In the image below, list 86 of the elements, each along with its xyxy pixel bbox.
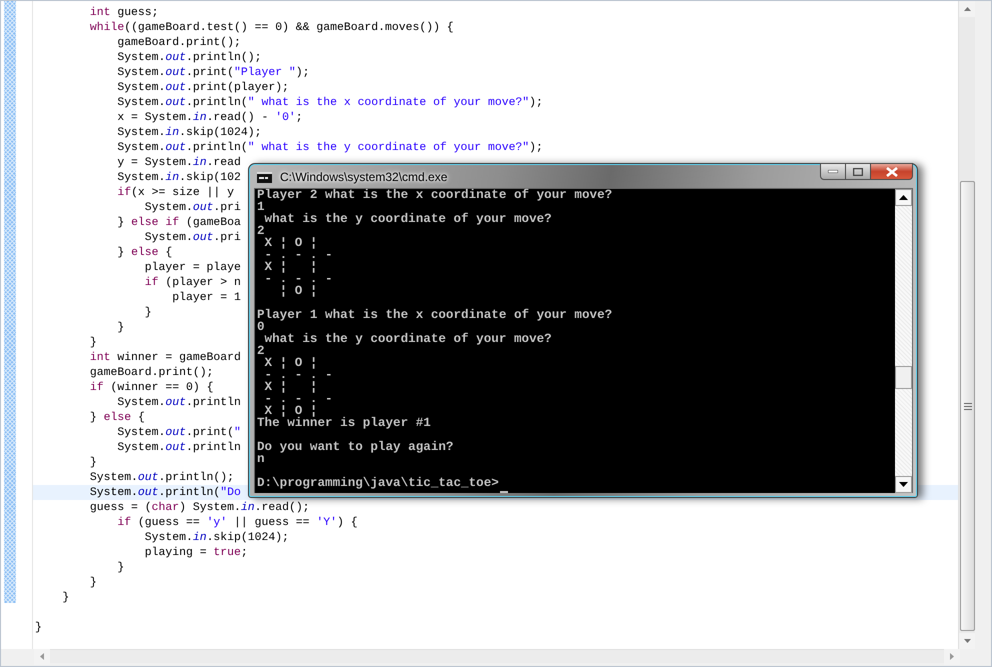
- console-line: X ¦ O ¦: [264, 405, 318, 417]
- console-line: what is the y coordinate of your move?: [264, 333, 552, 345]
- code-line: int guess;: [90, 5, 159, 20]
- console-line: - . - . -: [264, 249, 333, 261]
- scroll-up-button[interactable]: [895, 189, 912, 206]
- arrow-down-icon: [964, 639, 971, 643]
- code-line: System.out.pri: [144, 200, 241, 215]
- code-line: System.out.println: [117, 440, 241, 455]
- scroll-right-button[interactable]: [944, 648, 960, 664]
- code-line: System.out.pri: [144, 230, 241, 245]
- code-line: if (guess == 'y' || guess == 'Y') {: [117, 515, 358, 530]
- code-line: }: [90, 455, 97, 470]
- code-line: y = System.in.read: [117, 155, 241, 170]
- code-line: System.out.print("Player ");: [117, 65, 310, 80]
- console-line: Do you want to play again?: [257, 441, 454, 453]
- close-icon: [886, 166, 898, 176]
- code-line: while((gameBoard.test() == 0) && gameBoard.moves()) {: [90, 20, 454, 35]
- code-line: int winner = gameBoard: [90, 350, 241, 365]
- code-line: System.in.skip(1024);: [117, 125, 262, 140]
- code-line: } else {: [117, 245, 172, 260]
- code-line: } else {: [90, 410, 145, 425]
- code-line: System.out.println: [117, 395, 241, 410]
- console-line: X ¦ O ¦: [264, 237, 318, 249]
- console-line: - . - . -: [264, 273, 333, 285]
- code-line: if (player > n: [144, 275, 241, 290]
- scroll-thumb[interactable]: [895, 366, 912, 389]
- console-line: X ¦ ¦: [264, 261, 318, 273]
- code-line: gameBoard.print();: [117, 35, 241, 50]
- arrow-up-icon: [899, 195, 908, 200]
- code-line: if (winner == 0) {: [90, 380, 214, 395]
- code-line: } else if (gameBoa: [117, 215, 241, 230]
- arrow-right-icon: [950, 653, 954, 660]
- code-line: gameBoard.print();: [90, 365, 214, 380]
- code-line: player = 1: [172, 290, 241, 305]
- scroll-left-button[interactable]: [34, 648, 50, 664]
- code-line: }: [117, 320, 124, 335]
- console-line: 2: [257, 225, 265, 237]
- console-line: - . - . -: [264, 369, 333, 381]
- console-line: - . - . -: [264, 393, 333, 405]
- code-line: System.in.skip(1024);: [144, 530, 289, 545]
- console-line: Player 1 what is the x coordinate of your move?: [257, 309, 612, 321]
- console-line: X ¦ O ¦: [264, 357, 318, 369]
- code-line: System.out.println();: [90, 470, 234, 485]
- code-line: }: [62, 590, 70, 605]
- console-line: The winner is player #1: [257, 417, 431, 429]
- console-line: X ¦ ¦: [264, 381, 318, 393]
- console-line: 2: [257, 345, 265, 357]
- console-line: 1: [257, 201, 265, 213]
- minimize-icon: [828, 170, 838, 173]
- arrow-up-icon: [964, 7, 971, 11]
- minimize-button[interactable]: [820, 163, 846, 180]
- close-button[interactable]: [871, 163, 913, 180]
- code-line: }: [90, 335, 97, 350]
- maximize-button[interactable]: [846, 163, 871, 180]
- console-line: D:\programming\java\tic_tac_toe>: [257, 477, 499, 489]
- code-line: x = System.in.read() - '0';: [117, 110, 303, 125]
- maximize-icon: [853, 168, 863, 176]
- console-icon: [257, 172, 272, 183]
- code-line: }: [144, 305, 152, 320]
- code-line: }: [90, 575, 97, 590]
- console-line: what is the y coordinate of your move?: [264, 213, 552, 225]
- arrow-left-icon: [40, 653, 44, 660]
- console-line: Player 2 what is the x coordinate of your move?: [257, 189, 612, 201]
- code-line: System.out.print(": [117, 425, 241, 440]
- console-line: 0: [257, 321, 265, 333]
- window-title: C:\Windows\system32\cmd.exe: [280, 169, 448, 186]
- code-line: if(x >= size || y: [117, 185, 234, 200]
- console-scrollbar[interactable]: [895, 189, 912, 493]
- code-line: System.out.println(" what is the x coordinate of your move?");: [117, 95, 543, 110]
- scroll-down-button[interactable]: [895, 476, 912, 493]
- code-line: System.out.println();: [117, 50, 262, 65]
- console-line: n: [257, 453, 265, 465]
- code-line: System.out.print(player);: [117, 80, 289, 95]
- console-line: ¦ O ¦: [278, 285, 318, 297]
- code-line: System.out.println(" what is the y coordinate of your move?");: [117, 140, 543, 155]
- code-line: }: [117, 560, 124, 575]
- vertical-scrollbar[interactable]: [958, 1, 976, 649]
- code-line: playing = true;: [144, 545, 248, 560]
- code-line: System.out.println("Do: [90, 485, 241, 500]
- code-line: guess = (char) System.in.read();: [90, 500, 310, 515]
- code-line: System.in.skip(102: [117, 170, 241, 185]
- grip-icon: [964, 402, 972, 410]
- scroll-thumb[interactable]: [960, 181, 976, 631]
- arrow-down-icon: [899, 482, 908, 487]
- code-line: player = playe: [144, 260, 241, 275]
- code-line: }: [34, 620, 42, 635]
